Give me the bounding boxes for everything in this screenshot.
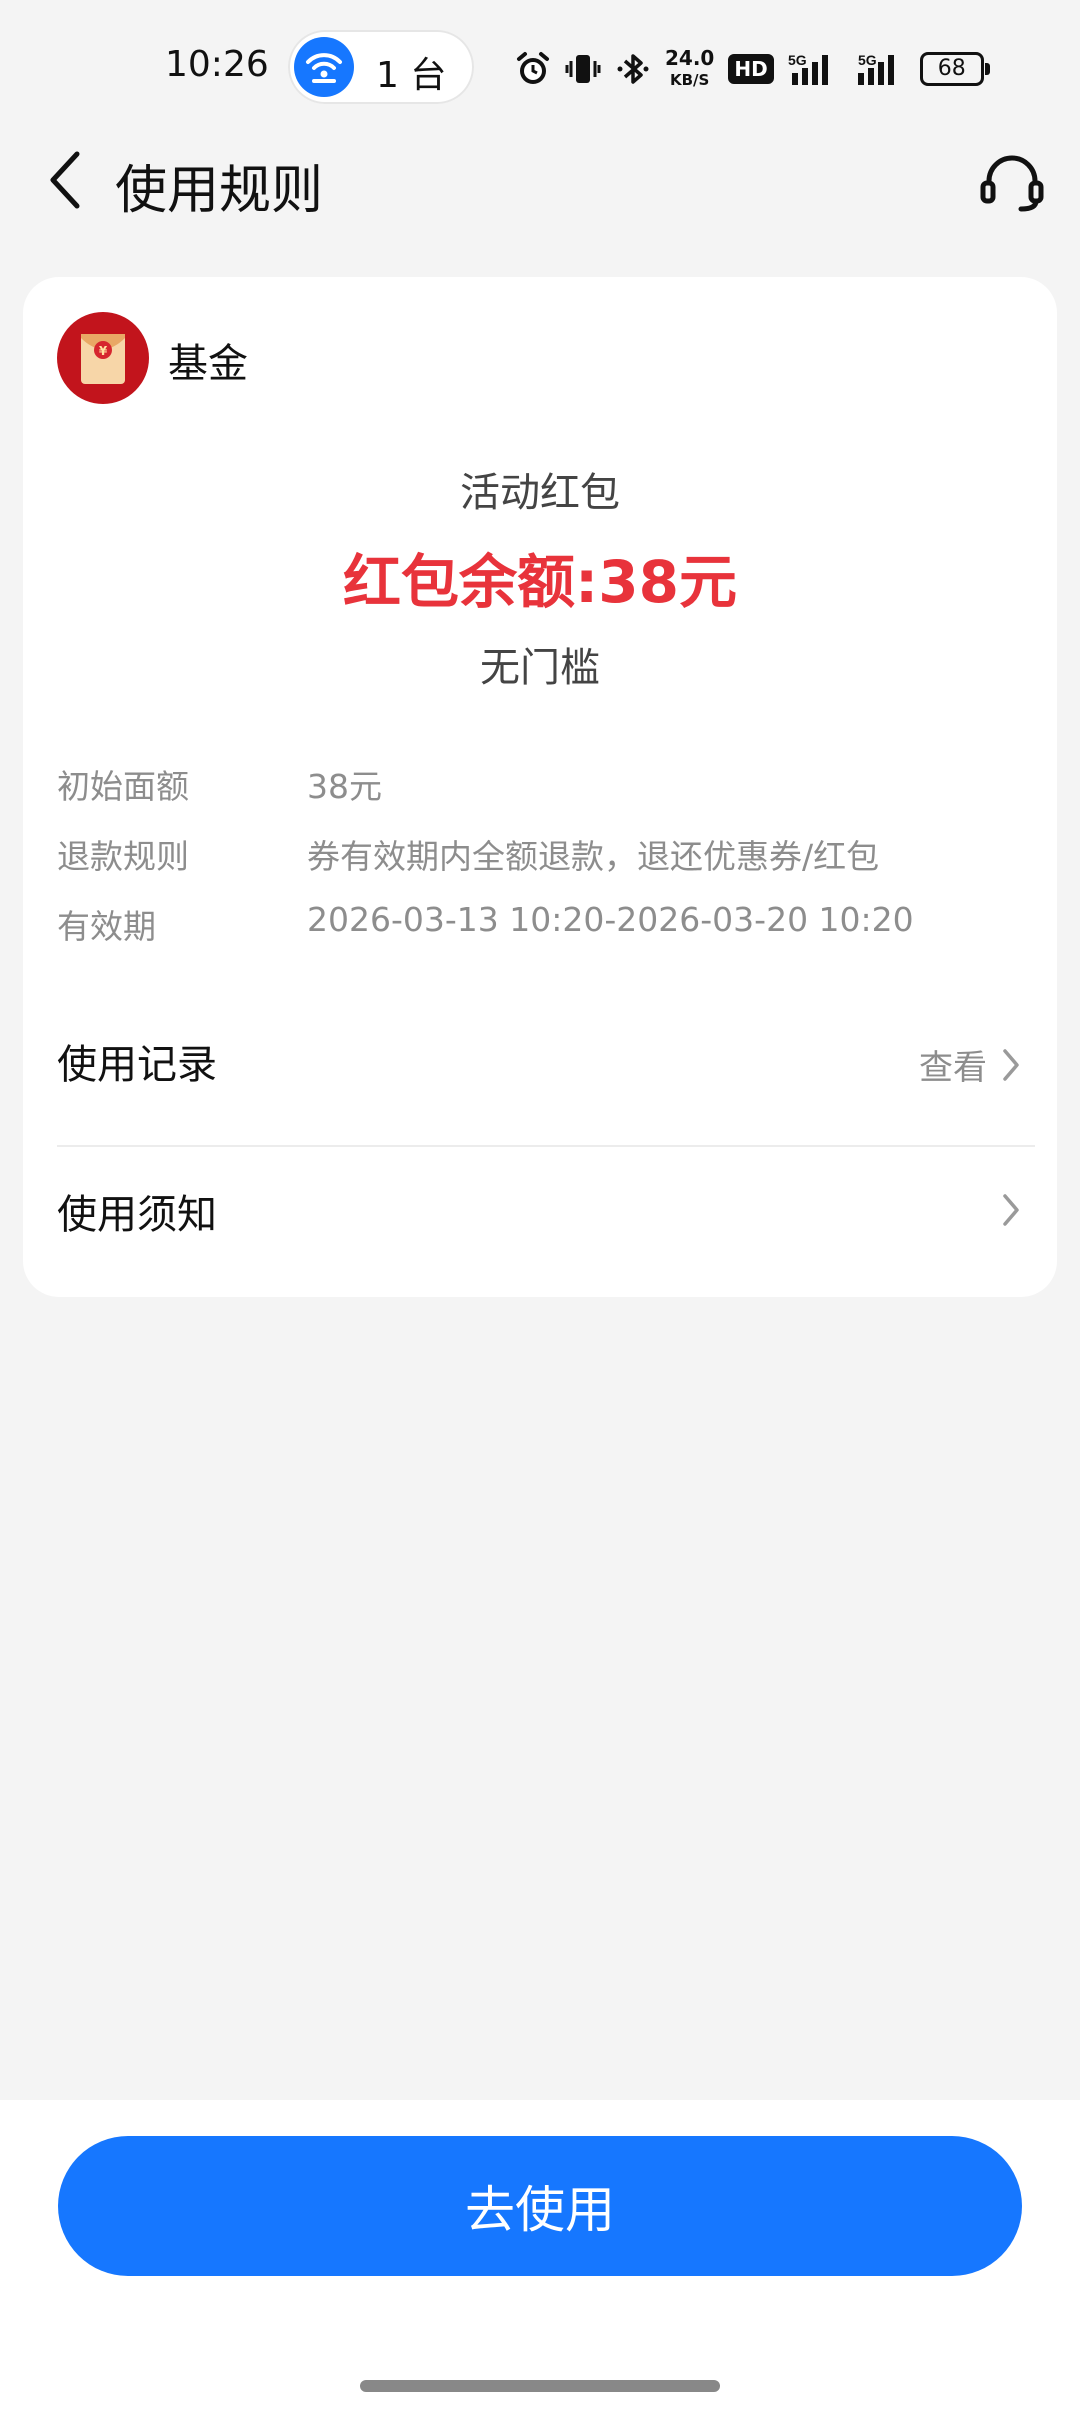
svg-text:5G: 5G — [858, 52, 877, 68]
divider — [57, 1145, 1035, 1147]
usage-notice-row[interactable]: 使用须知 — [57, 1152, 1023, 1262]
coupon-threshold: 无门槛 — [480, 645, 600, 691]
status-bar: 10:26 1 台 24.0 KB/S HD 5G 5G 68 — [0, 0, 1080, 140]
signal-icon-1: 5G — [788, 51, 840, 87]
usage-notice-label: 使用须知 — [57, 1192, 217, 1238]
chevron-right-icon — [1003, 1194, 1019, 1226]
signal-icon-2: 5G — [854, 51, 906, 87]
view-link[interactable]: 查看 — [919, 1040, 987, 1089]
detail-value: 2026-03-13 10:20-2026-03-20 10:20 — [307, 900, 914, 939]
back-button[interactable] — [30, 145, 100, 215]
net-speed-unit: KB/S — [670, 71, 710, 89]
bluetooth-icon — [615, 51, 651, 87]
brand-name: 基金 — [168, 341, 248, 387]
chevron-left-icon — [50, 151, 80, 209]
wifi-hotspot-icon — [294, 37, 354, 97]
hotspot-device-count: 1 台 — [376, 55, 447, 96]
network-speed: 24.0 KB/S — [665, 48, 714, 90]
net-speed-value: 24.0 — [665, 46, 715, 70]
coupon-balance: 红包余额:38元 — [343, 548, 737, 616]
customer-support-button[interactable] — [972, 148, 1052, 218]
alarm-icon — [515, 51, 551, 87]
status-time: 10:26 — [165, 44, 269, 85]
detail-value: 券有效期内全额退款，退还优惠券/红包 — [307, 837, 880, 876]
hotspot-indicator[interactable]: 1 台 — [288, 30, 474, 104]
coupon-type: 活动红包 — [460, 470, 620, 516]
svg-text:5G: 5G — [788, 52, 807, 68]
vibrate-icon — [565, 51, 601, 87]
detail-value: 38元 — [307, 767, 382, 806]
use-coupon-button[interactable]: 去使用 — [58, 2136, 1022, 2276]
chevron-right-icon — [1003, 1048, 1019, 1081]
detail-label: 退款规则 — [57, 837, 189, 876]
headset-icon — [980, 155, 1044, 212]
detail-row-validity: 有效期 2026-03-13 10:20-2026-03-20 10:20 — [57, 900, 1037, 950]
svg-text:¥: ¥ — [99, 344, 108, 358]
usage-record-row[interactable]: 使用记录 查看 — [57, 1002, 1023, 1112]
battery-indicator: 68 — [919, 52, 990, 86]
red-envelope-icon: ¥ — [57, 312, 149, 404]
page-title: 使用规则 — [115, 161, 324, 221]
status-icons: 24.0 KB/S HD 5G 5G 68 — [515, 46, 990, 92]
bottom-action-bar: 去使用 — [0, 2100, 1080, 2412]
home-indicator[interactable] — [360, 2380, 720, 2392]
usage-record-label: 使用记录 — [57, 1042, 217, 1088]
detail-row-initial-amount: 初始面额 38元 — [57, 760, 1037, 810]
detail-label: 初始面额 — [57, 767, 189, 806]
coupon-card: ¥ 基金 活动红包 红包余额:38元 无门槛 初始面额 38元 退款规则 券有效… — [23, 277, 1057, 1297]
detail-label: 有效期 — [57, 907, 156, 946]
detail-row-refund-rule: 退款规则 券有效期内全额退款，退还优惠券/红包 — [57, 830, 1037, 880]
hd-voice-icon: HD — [728, 54, 774, 84]
